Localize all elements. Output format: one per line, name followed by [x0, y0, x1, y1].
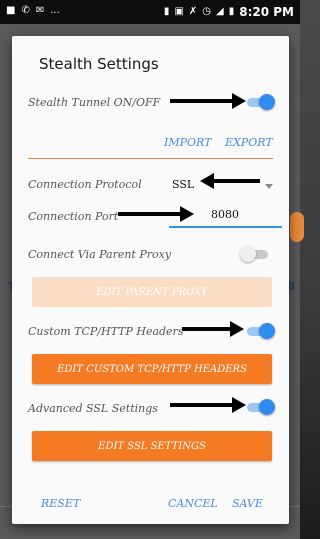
status-bar-left: ■ ✆ ✉ ... — [6, 5, 60, 17]
annotation-arrow-protocol — [200, 173, 260, 189]
reset-button[interactable]: RESET — [41, 497, 80, 510]
section-divider — [28, 158, 273, 159]
alarm-icon: ◷ — [202, 6, 212, 17]
whatsapp-icon: ✆ — [21, 5, 30, 16]
import-button[interactable]: IMPORT — [164, 136, 211, 149]
more-icon: ... — [50, 5, 60, 16]
custom-headers-toggle[interactable] — [245, 323, 275, 339]
connection-port-label: Connection Port — [28, 210, 119, 223]
edit-custom-headers-button[interactable]: EDIT CUSTOM TCP/HTTP HEADERS — [32, 354, 272, 384]
annotation-arrow-advanced-ssl — [170, 397, 246, 413]
export-button[interactable]: EXPORT — [225, 136, 273, 149]
toggle-thumb — [259, 94, 275, 110]
toggle-thumb — [259, 399, 275, 415]
video-icon: ■ — [6, 5, 16, 16]
advanced-ssl-label: Advanced SSL Settings — [28, 402, 158, 415]
toggle-thumb — [240, 246, 256, 262]
parent-proxy-label: Connect Via Parent Proxy — [28, 248, 172, 261]
connection-port-underline — [169, 226, 282, 228]
annotation-arrow-stealth-tunnel — [170, 93, 246, 109]
dialog-title: Stealth Settings — [39, 55, 159, 73]
stealth-tunnel-toggle[interactable] — [245, 94, 275, 110]
save-button[interactable]: SAVE — [232, 497, 263, 510]
annotation-arrow-custom-headers — [182, 321, 244, 337]
chevron-down-icon[interactable] — [265, 184, 273, 189]
connection-port-input[interactable]: 8080 — [211, 208, 239, 221]
annotation-arrow-port — [118, 206, 194, 222]
cast-icon: ▣ — [174, 6, 184, 17]
cancel-button[interactable]: CANCEL — [168, 497, 218, 510]
sim-icon: ▮ — [163, 6, 170, 17]
status-bar: ■ ✆ ✉ ... ▮ ▣ ✗ ◷ ◢ ▮ 8:20 PM — [0, 0, 300, 24]
parent-proxy-toggle[interactable] — [240, 246, 270, 262]
status-time: 8:20 PM — [239, 5, 294, 19]
signal-icon: ◢ — [216, 6, 224, 17]
custom-headers-label: Custom TCP/HTTP Headers — [28, 325, 184, 338]
stealth-tunnel-label: Stealth Tunnel ON/OFF — [28, 96, 161, 109]
toggle-thumb — [259, 323, 275, 339]
edit-ssl-button[interactable]: EDIT SSL SETTINGS — [32, 431, 272, 461]
edit-parent-proxy-button[interactable]: EDIT PARENT PROXY — [32, 277, 272, 307]
stealth-settings-dialog: Stealth Settings Stealth Tunnel ON/OFF I… — [12, 36, 289, 524]
advanced-ssl-toggle[interactable] — [245, 399, 275, 415]
chat-icon: ✉ — [35, 5, 45, 16]
battery-icon: ▮ — [228, 6, 235, 17]
connection-protocol-label: Connection Protocol — [28, 178, 142, 191]
connection-protocol-value[interactable]: SSL — [172, 178, 194, 191]
background-orange-tab — [290, 212, 304, 242]
mute-icon: ✗ — [188, 6, 198, 17]
status-bar-right: ▮ ▣ ✗ ◷ ◢ ▮ 8:20 PM — [164, 5, 294, 19]
